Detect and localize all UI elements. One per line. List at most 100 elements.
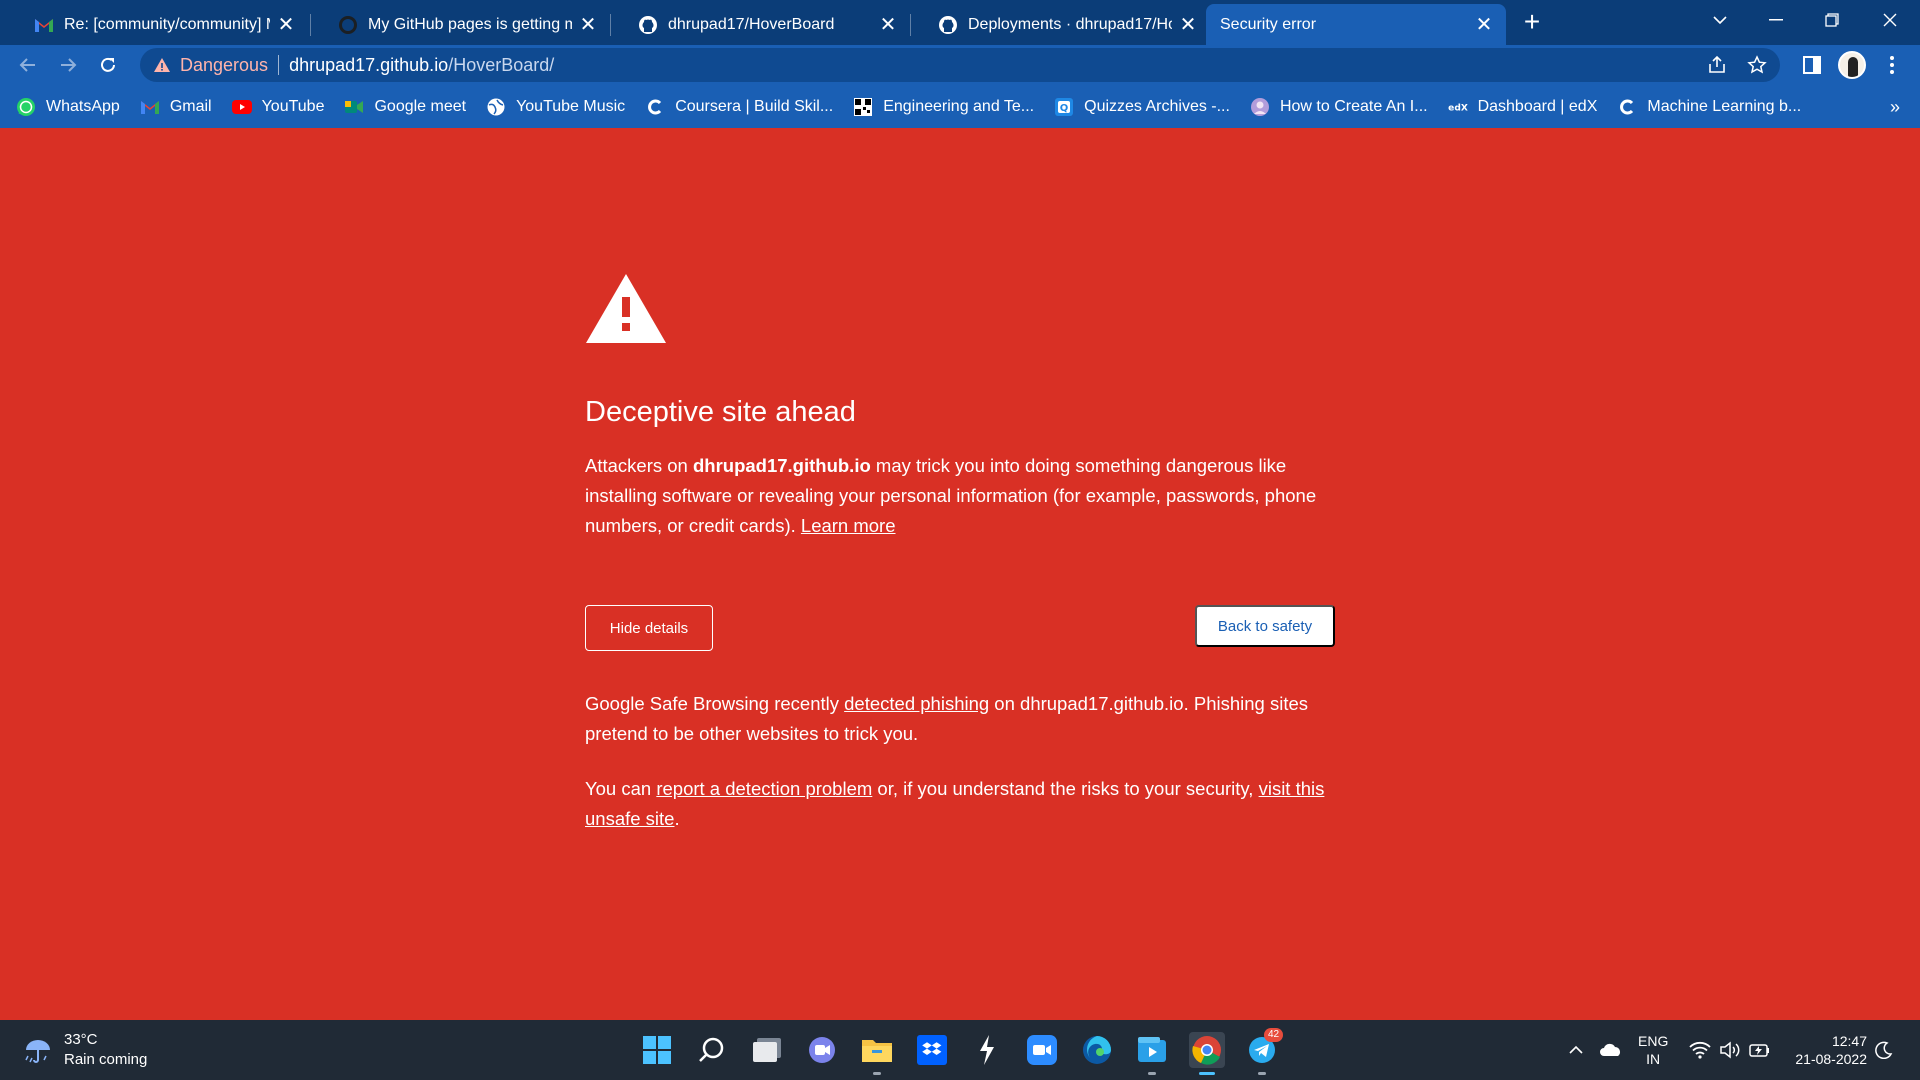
warning-icon[interactable] (152, 55, 172, 75)
menu-button[interactable] (1876, 49, 1908, 81)
language-indicator[interactable]: ENG IN (1638, 1032, 1668, 1068)
reload-icon (101, 57, 115, 72)
tab-title: dhrupad17/HoverBoard (668, 15, 835, 33)
back-button[interactable] (12, 49, 44, 81)
task-view-icon (753, 1038, 781, 1062)
kebab-menu-icon (1890, 56, 1894, 74)
close-icon[interactable]: ✕ (276, 14, 296, 36)
gmail-icon (140, 97, 160, 117)
bookmark-edx[interactable]: edX Dashboard | edX (1448, 97, 1598, 117)
chevron-up-icon (1569, 1045, 1583, 1054)
restore-button[interactable] (1804, 0, 1860, 40)
gmail-icon (34, 15, 54, 35)
close-window-button[interactable] (1862, 0, 1918, 40)
weather-temp: 33°C (64, 1031, 98, 1048)
chrome-icon (1192, 1036, 1221, 1065)
bookmark-label: YouTube Music (516, 97, 626, 115)
close-icon[interactable]: ✕ (578, 14, 598, 36)
lightning-icon (980, 1035, 994, 1065)
tab-deployments[interactable]: Deployments · dhrupad17/Hover ✕ (912, 4, 1210, 45)
clock[interactable]: 12:47 21-08-2022 (1787, 1032, 1867, 1068)
minimize-button[interactable] (1748, 0, 1804, 40)
details-paragraph: Google Safe Browsing recently detected p… (585, 689, 1335, 749)
file-explorer-button[interactable] (859, 1032, 895, 1068)
search-button[interactable] (694, 1032, 730, 1068)
share-icon[interactable] (1704, 52, 1730, 78)
cloud-icon (1600, 1043, 1620, 1056)
bookmark-gmail[interactable]: Gmail (140, 97, 212, 117)
warning-triangle-icon (586, 274, 666, 343)
side-panel-button[interactable] (1796, 49, 1828, 81)
bookmark-quizzes[interactable]: Q Quizzes Archives -... (1054, 97, 1230, 117)
moon-icon (1875, 1041, 1893, 1059)
tab-search-button[interactable] (1692, 0, 1748, 40)
media-player-button[interactable] (1134, 1032, 1170, 1068)
battery-button[interactable] (1746, 1032, 1774, 1068)
reload-button[interactable] (92, 49, 124, 81)
profile-button[interactable] (1836, 49, 1868, 81)
tab-security-error[interactable]: Security error ✕ (1206, 4, 1506, 45)
wifi-button[interactable] (1686, 1032, 1714, 1068)
github-icon (638, 15, 658, 35)
browser-toolbar: Dangerous dhrupad17.github.io/HoverBoard… (0, 45, 1920, 85)
bookmarks-overflow-button[interactable]: » (1890, 97, 1900, 118)
bookmark-label: Engineering and Te... (883, 97, 1035, 115)
tab-hoverboard-repo[interactable]: dhrupad17/HoverBoard ✕ (612, 4, 910, 45)
detected-phishing-link[interactable]: detected phishing (844, 693, 989, 714)
onedrive-button[interactable] (1596, 1032, 1626, 1068)
close-icon[interactable]: ✕ (1474, 14, 1494, 36)
bookmark-youtube[interactable]: YouTube (231, 97, 324, 117)
new-tab-button[interactable]: + (1516, 6, 1548, 38)
task-view-button[interactable] (749, 1032, 785, 1068)
tab-github-pages[interactable]: My GitHub pages is getting mark ✕ (312, 4, 610, 45)
folder-icon (862, 1040, 892, 1062)
forward-button[interactable] (52, 49, 84, 81)
dropbox-button[interactable] (914, 1032, 950, 1068)
bookmark-label: Coursera | Build Skil... (675, 97, 834, 115)
bookmark-engineering[interactable]: Engineering and Te... (853, 97, 1034, 117)
chevron-down-icon (1713, 16, 1727, 25)
bookmark-youtube-music[interactable]: YouTube Music (486, 97, 625, 117)
telegram-button[interactable]: 42 (1244, 1028, 1284, 1068)
bookmark-machine-learning[interactable]: Machine Learning b... (1617, 97, 1801, 117)
close-icon[interactable]: ✕ (878, 14, 898, 36)
bookmark-coursera[interactable]: Coursera | Build Skil... (645, 97, 833, 117)
show-hidden-icons-button[interactable] (1562, 1032, 1590, 1068)
language-code: ENG (1638, 1033, 1669, 1049)
risk-paragraph: You can report a detection problem or, i… (585, 774, 1335, 834)
notification-badge: 42 (1264, 1028, 1284, 1042)
github-icon (338, 15, 358, 35)
zoom-button[interactable] (1024, 1032, 1060, 1068)
address-bar[interactable]: Dangerous dhrupad17.github.io/HoverBoard… (140, 48, 1780, 82)
app-button[interactable] (969, 1032, 1005, 1068)
bookmark-whatsapp[interactable]: WhatsApp (16, 97, 120, 117)
tab-gmail-community[interactable]: Re: [community/community] My ✕ (8, 4, 308, 45)
teams-chat-button[interactable] (804, 1032, 840, 1068)
learn-more-link[interactable]: Learn more (801, 515, 896, 536)
bookmark-label: Machine Learning b... (1647, 97, 1802, 115)
edge-button[interactable] (1079, 1032, 1115, 1068)
chrome-button[interactable] (1189, 1032, 1225, 1068)
start-button[interactable] (639, 1032, 675, 1068)
arrow-right-icon (61, 58, 77, 72)
warning-message: Attackers on dhrupad17.github.io may tri… (585, 451, 1335, 541)
search-icon (699, 1037, 724, 1062)
weather-widget[interactable]: 33°C Rain coming (22, 1030, 147, 1070)
report-problem-link[interactable]: report a detection problem (656, 778, 872, 799)
back-to-safety-button[interactable]: Back to safety (1195, 605, 1335, 647)
url-path: /HoverBoard/ (448, 54, 555, 75)
bookmark-star-icon[interactable] (1744, 52, 1770, 78)
bookmark-how-to-create[interactable]: How to Create An I... (1250, 97, 1428, 117)
volume-button[interactable] (1716, 1032, 1744, 1068)
hide-details-button[interactable]: Hide details (585, 605, 713, 651)
video-camera-icon (1027, 1035, 1057, 1065)
time: 12:47 (1831, 1033, 1867, 1049)
dangerous-label[interactable]: Dangerous (180, 55, 268, 76)
minimize-icon (1769, 19, 1783, 21)
close-icon[interactable]: ✕ (1178, 14, 1198, 36)
bookmark-google-meet[interactable]: Google meet (344, 97, 466, 117)
dangerous-host: dhrupad17.github.io (692, 455, 871, 476)
bookmark-label: Quizzes Archives -... (1084, 97, 1230, 115)
side-panel-icon (1803, 56, 1821, 74)
notifications-button[interactable] (1870, 1032, 1898, 1068)
